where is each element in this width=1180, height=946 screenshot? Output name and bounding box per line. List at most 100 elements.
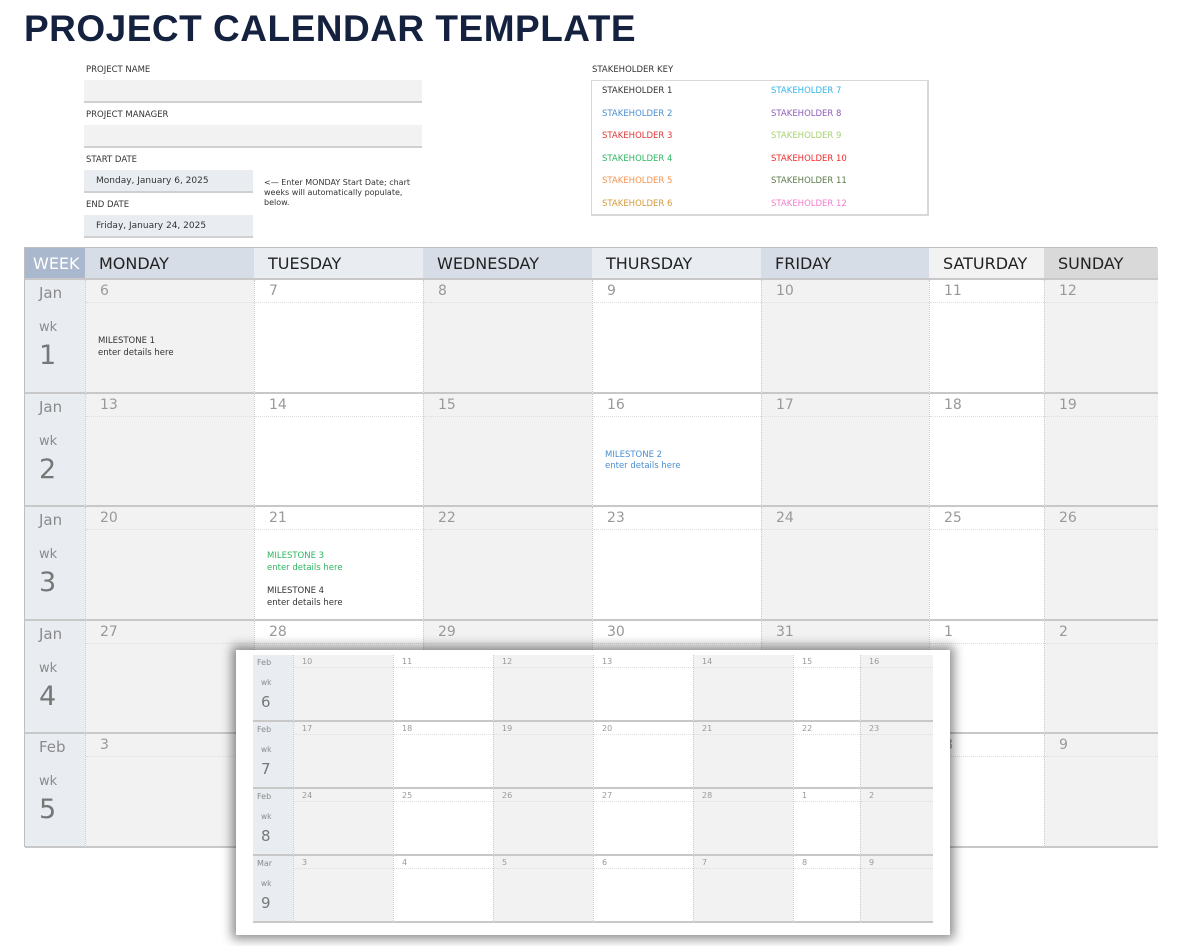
day-cell[interactable]: 9 [592, 280, 761, 394]
day-cell[interactable]: 4 [393, 856, 493, 923]
day-cell[interactable]: 16 [860, 655, 933, 722]
project-manager-field[interactable] [84, 125, 422, 148]
day-number: 25 [394, 789, 493, 802]
day-cell[interactable]: 21 MILESTONE 3 enter details here MILEST… [254, 507, 423, 621]
day-cell[interactable]: 25 [929, 507, 1044, 621]
day-cell[interactable]: 20 [593, 722, 693, 789]
day-cell[interactable]: 23 [592, 507, 761, 621]
week-number: 2 [39, 453, 57, 485]
day-cell[interactable]: 18 [393, 722, 493, 789]
day-cell[interactable]: 2 [860, 789, 933, 856]
stakeholder-key-item: STAKEHOLDER 5 [602, 176, 673, 186]
day-cell[interactable]: 14 [254, 393, 423, 508]
day-cell[interactable]: 26 [493, 789, 593, 856]
day-cell[interactable]: 12 [1044, 280, 1158, 394]
day-cell[interactable]: 23 [860, 722, 933, 789]
day-cell[interactable]: 19 [493, 722, 593, 789]
week-number: 8 [261, 827, 271, 845]
day-cell[interactable]: 27 [85, 620, 254, 735]
day-cell[interactable]: 17 [761, 393, 929, 508]
stakeholder-key-item: STAKEHOLDER 8 [771, 108, 842, 119]
day-cell[interactable]: 17 [293, 722, 393, 789]
stakeholder-key-item: STAKEHOLDER 4 [602, 153, 673, 164]
week-wk-label: wk [39, 660, 58, 676]
week-label-cell: Jan wk 3 [25, 507, 85, 621]
day-cell[interactable]: 11 [393, 655, 493, 722]
stakeholder-key-item: STAKEHOLDER 9 [771, 131, 842, 141]
week-month: Jan [39, 624, 63, 643]
day-cell[interactable]: 9 [1044, 734, 1158, 848]
day-cell[interactable]: 7 [254, 280, 423, 394]
day-cell[interactable]: 22 [423, 507, 592, 621]
day-cell[interactable]: 21 [693, 722, 793, 789]
day-number: 14 [255, 394, 423, 417]
milestone[interactable]: MILESTONE 2 enter details here [605, 450, 681, 473]
day-cell[interactable]: 15 [793, 655, 860, 722]
stakeholder-key-item: STAKEHOLDER 7 [771, 86, 842, 96]
day-number: 3 [86, 734, 254, 758]
day-cell[interactable]: 3 [85, 734, 254, 848]
day-cell[interactable]: 16 MILESTONE 2 enter details here [592, 393, 761, 508]
day-cell[interactable]: 8 [793, 856, 860, 923]
week-number: 4 [39, 680, 57, 712]
milestone-title: MILESTONE 2 [605, 449, 663, 460]
milestone[interactable]: MILESTONE 1 enter details here [98, 336, 174, 359]
day-cell[interactable]: 14 [693, 655, 793, 722]
day-number: 13 [86, 394, 254, 417]
day-cell[interactable]: 24 [761, 507, 929, 621]
day-cell[interactable]: 15 [423, 393, 592, 508]
week-month: Jan [39, 511, 63, 530]
day-number: 8 [424, 280, 592, 303]
day-number: 10 [294, 655, 393, 668]
milestone[interactable]: MILESTONE 3 enter details here [267, 551, 343, 574]
week-label-cell: Jan wk 1 [25, 280, 85, 394]
project-name-field[interactable] [84, 80, 422, 103]
day-cell[interactable]: 1 [793, 789, 860, 856]
day-cell[interactable]: 11 [929, 280, 1044, 394]
day-number: 6 [594, 856, 693, 869]
day-cell[interactable]: 10 [293, 655, 393, 722]
start-date-field[interactable]: Monday, January 6, 2025 [84, 170, 253, 193]
day-number: 5 [494, 856, 593, 869]
day-number: 24 [762, 507, 929, 531]
day-cell[interactable]: 6 MILESTONE 1 enter details here [85, 280, 254, 394]
day-cell[interactable]: 22 [793, 722, 860, 789]
day-number: 25 [930, 507, 1044, 531]
day-cell[interactable]: 13 [593, 655, 693, 722]
day-number: 9 [861, 856, 933, 869]
day-cell[interactable]: 26 [1044, 507, 1158, 621]
week-wk-label: wk [39, 547, 58, 563]
day-cell[interactable]: 6 [593, 856, 693, 923]
day-cell[interactable]: 8 [423, 280, 592, 394]
day-number: 23 [593, 507, 761, 531]
week-month: Jan [39, 397, 63, 416]
day-cell[interactable]: 19 [1044, 393, 1158, 508]
day-cell[interactable]: 9 [860, 856, 933, 923]
day-cell[interactable]: 2 [1044, 620, 1158, 735]
milestone[interactable]: MILESTONE 4 enter details here [267, 586, 343, 609]
week-month: Feb [257, 792, 272, 801]
day-cell[interactable]: 28 [693, 789, 793, 856]
day-cell[interactable]: 20 [85, 507, 254, 621]
day-cell[interactable]: 12 [493, 655, 593, 722]
day-number: 15 [794, 655, 860, 668]
day-cell[interactable]: 3 [293, 856, 393, 923]
day-number: 2 [1045, 621, 1158, 644]
day-cell[interactable]: 5 [493, 856, 593, 923]
day-number: 7 [694, 856, 793, 869]
day-cell[interactable]: 13 [85, 393, 254, 508]
day-cell[interactable]: 24 [293, 789, 393, 856]
day-cell[interactable]: 25 [393, 789, 493, 856]
day-cell[interactable]: 7 [693, 856, 793, 923]
week-label-cell: Feb wk 7 [253, 722, 293, 789]
end-date-field[interactable]: Friday, January 24, 2025 [84, 215, 253, 238]
day-number: 3 [294, 856, 393, 869]
day-cell[interactable]: 18 [929, 393, 1044, 508]
stakeholder-key-label: STAKEHOLDER KEY [592, 65, 674, 75]
day-cell[interactable]: 27 [593, 789, 693, 856]
day-cell[interactable]: 10 [761, 280, 929, 394]
day-number: 21 [694, 722, 793, 735]
day-number: 6 [86, 280, 254, 303]
day-number: 4 [394, 856, 493, 869]
week-wk-label: wk [39, 774, 58, 790]
